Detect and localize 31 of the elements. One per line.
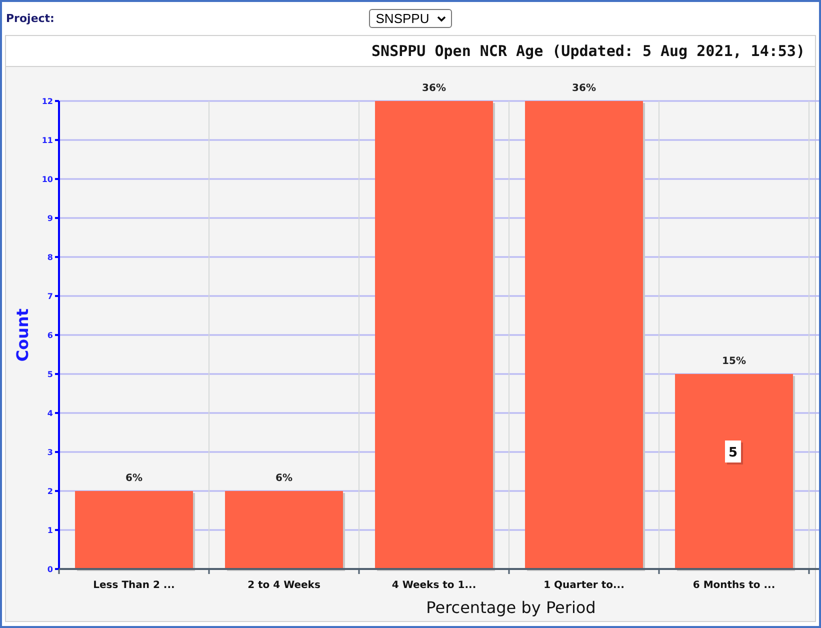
value-label: 6% bbox=[126, 473, 142, 484]
y-tick-label: 1 bbox=[47, 526, 53, 535]
x-tick-label: 6 Months to ... bbox=[692, 580, 776, 591]
value-label: 6% bbox=[276, 473, 292, 484]
project-select[interactable]: SNSPPU bbox=[368, 9, 452, 28]
project-label: Project: bbox=[5, 12, 56, 25]
y-tick-label: 9 bbox=[47, 214, 53, 223]
y-tick-label: 4 bbox=[47, 409, 53, 418]
y-tick-label: 8 bbox=[47, 253, 53, 262]
x-tick-label: 2 to 4 Weeks bbox=[248, 580, 320, 591]
value-label: 36% bbox=[422, 83, 446, 94]
y-axis-title: Count bbox=[13, 308, 32, 362]
y-tick-label: 6 bbox=[47, 331, 53, 340]
x-axis-title: Percentage by Period bbox=[426, 598, 596, 617]
annotation: 5 bbox=[728, 446, 738, 460]
value-label: 15% bbox=[722, 356, 746, 367]
x-tick-label: Less Than 2 ... bbox=[93, 580, 175, 591]
y-tick-label: 10 bbox=[42, 175, 53, 184]
x-tick-label: 1 Quarter to... bbox=[544, 580, 624, 591]
y-tick-label: 3 bbox=[47, 448, 53, 457]
x-tick-label: 4 Weeks to 1... bbox=[392, 580, 476, 591]
y-tick-label: 2 bbox=[47, 487, 53, 496]
y-tick-label: 0 bbox=[47, 565, 53, 574]
y-tick-label: 11 bbox=[42, 136, 53, 145]
data-label: 5 bbox=[725, 440, 743, 464]
chevron-down-icon bbox=[437, 16, 446, 22]
y-tick-label: 7 bbox=[47, 292, 53, 301]
y-tick-label: 12 bbox=[42, 97, 53, 106]
y-tick-label: 5 bbox=[47, 370, 53, 379]
value-label: 36% bbox=[572, 83, 596, 94]
chart-title: SNSPPU Open NCR Age (Updated: 5 Aug 2021, 14:53) bbox=[372, 42, 805, 60]
